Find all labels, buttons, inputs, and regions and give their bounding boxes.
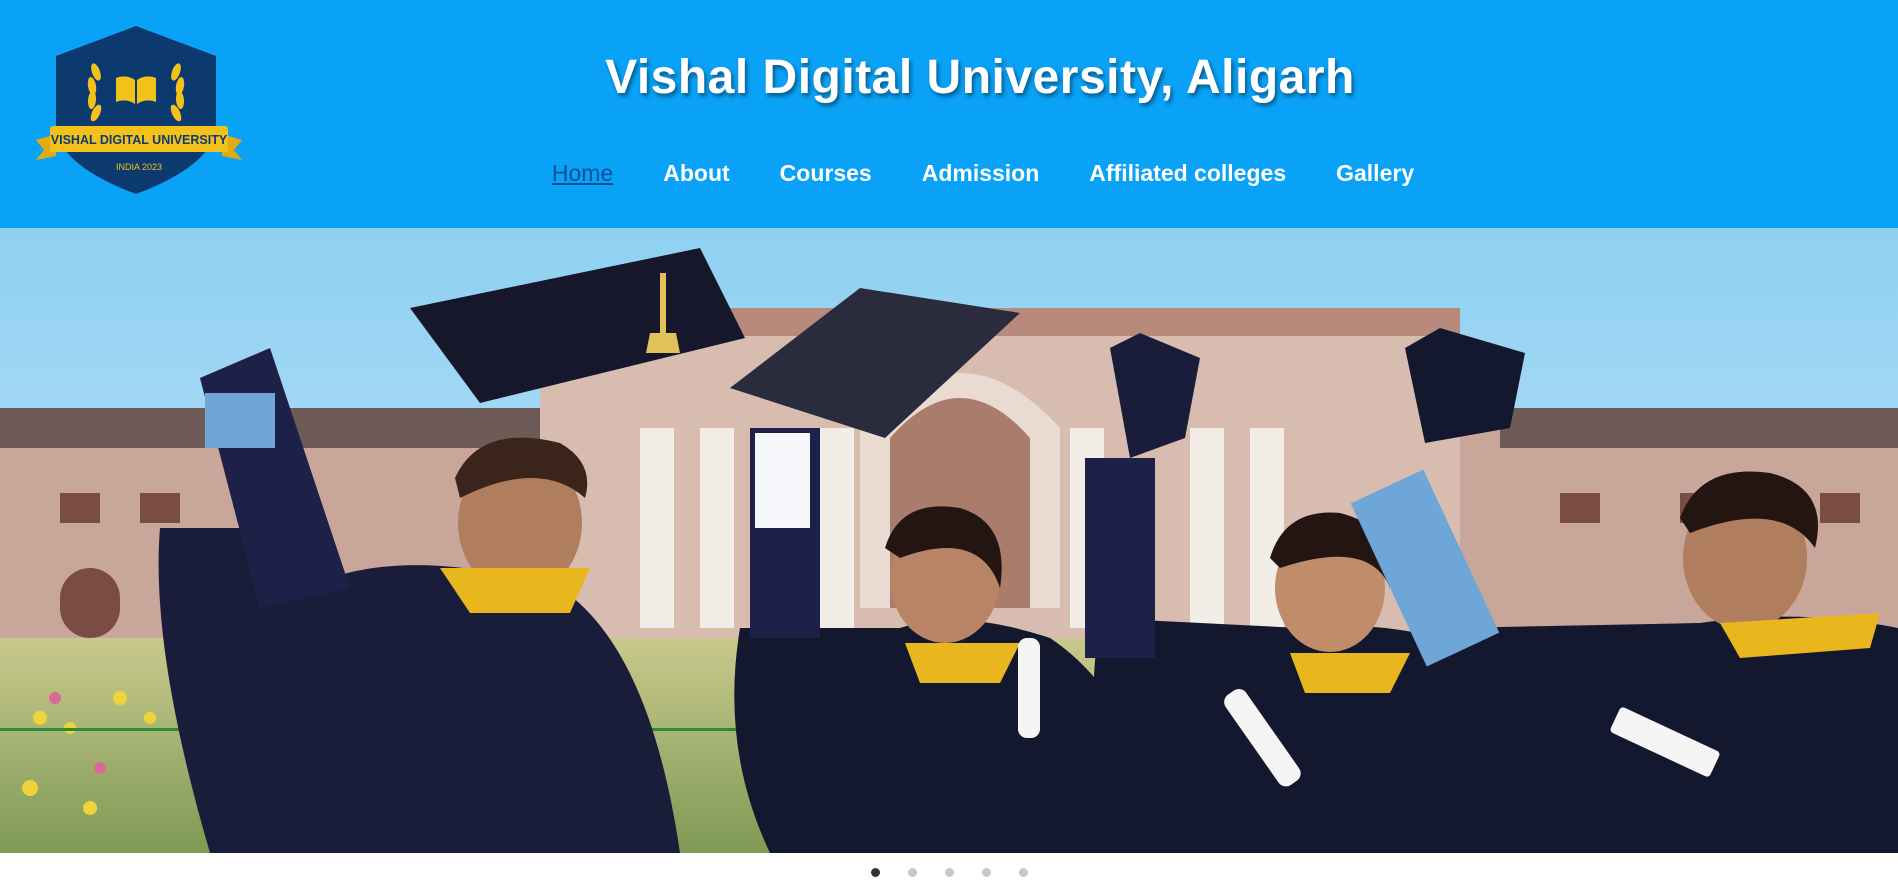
nav-gallery[interactable]: Gallery <box>1336 160 1414 189</box>
nav-courses[interactable]: Courses <box>780 160 872 189</box>
main-nav: Home About Courses Admission Affiliated … <box>0 160 1898 189</box>
nav-affiliated-colleges[interactable]: Affiliated colleges <box>1089 160 1286 189</box>
carousel-dot-5[interactable] <box>1018 868 1028 877</box>
site-header: VISHAL DIGITAL UNIVERSITY INDIA 2023 Vis… <box>0 0 1898 228</box>
hero-carousel-slide[interactable] <box>0 228 1898 853</box>
carousel-dot-4[interactable] <box>981 868 991 877</box>
site-title: Vishal Digital University, Aligarh <box>605 51 1355 104</box>
nav-home[interactable]: Home <box>552 160 613 189</box>
nav-admission[interactable]: Admission <box>922 160 1040 189</box>
graduates-photo <box>0 228 1898 853</box>
carousel-dot-2[interactable] <box>907 868 917 877</box>
carousel-dot-1[interactable] <box>870 868 880 877</box>
nav-about[interactable]: About <box>663 160 729 189</box>
carousel-indicators <box>0 868 1898 877</box>
logo-banner-text: VISHAL DIGITAL UNIVERSITY <box>51 133 228 147</box>
carousel-dot-3[interactable] <box>944 868 954 877</box>
